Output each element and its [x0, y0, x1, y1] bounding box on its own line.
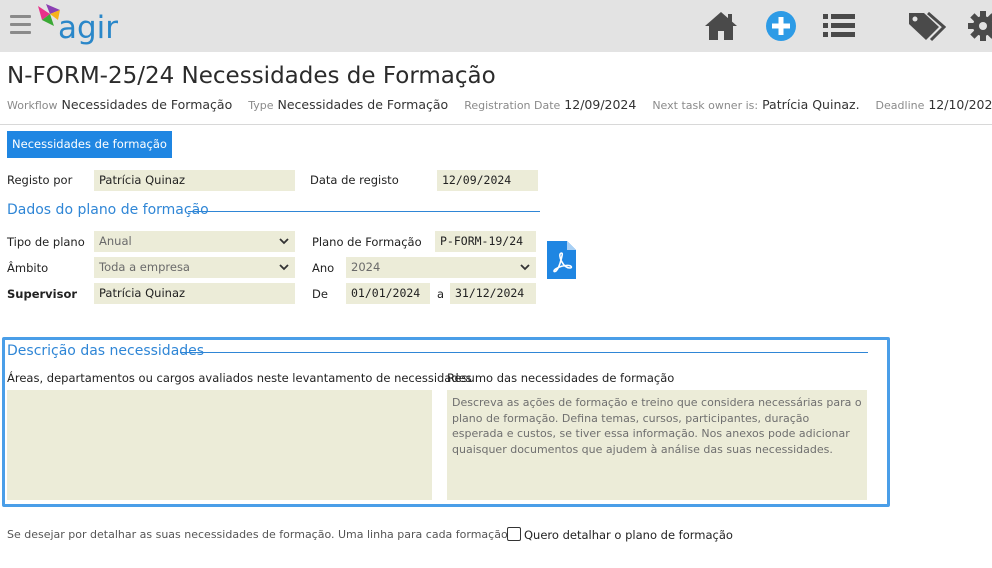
areas-label: Áreas, departamentos ou cargos avaliados…	[7, 371, 472, 385]
tipo-plano-label: Tipo de plano	[7, 235, 85, 249]
header-divider	[0, 124, 992, 125]
detalhar-checkbox-label[interactable]: Quero detalhar o plano de formação	[524, 528, 733, 542]
page-title: N-FORM-25/24 Necessidades de Formação	[7, 63, 496, 89]
registo-por-label: Registo por	[7, 173, 73, 187]
date-from-field[interactable]: 01/01/2024	[346, 283, 430, 304]
gear-icon[interactable]	[968, 10, 992, 42]
section-descricao-divider	[180, 352, 868, 353]
workflow-label: Workflow	[7, 99, 58, 112]
ambito-label: Âmbito	[7, 261, 49, 275]
supervisor-field[interactable]: Patrícia Quinaz	[94, 283, 295, 304]
ano-label: Ano	[312, 261, 335, 275]
a-label: a	[437, 287, 445, 301]
brand-logo[interactable]: agir	[36, 4, 126, 48]
plano-formacao-field[interactable]: P-FORM-19/24	[435, 231, 536, 252]
tab-necessidades-formacao[interactable]: Necessidades de formação	[7, 131, 172, 158]
next-owner-value: Patrícia Quinaz.	[762, 97, 860, 112]
chevron-down-icon	[520, 264, 530, 271]
chevron-down-icon	[279, 238, 289, 245]
brand-name: agir	[58, 10, 119, 46]
section-descricao-title: Descrição das necessidades	[7, 343, 205, 359]
home-icon[interactable]	[704, 10, 738, 42]
detalhar-checkbox[interactable]	[507, 527, 521, 541]
registo-por-field[interactable]: Patrícia Quinaz	[94, 170, 295, 191]
de-label: De	[312, 287, 328, 301]
section-plano-title: Dados do plano de formação	[7, 202, 209, 218]
chevron-down-icon	[279, 264, 289, 271]
workflow-value: Necessidades de Formação	[61, 97, 233, 112]
data-registo-field[interactable]: 12/09/2024	[437, 170, 538, 191]
tipo-plano-value: Anual	[99, 234, 132, 248]
resumo-textarea[interactable]: Descreva as ações de formação e treino q…	[447, 390, 867, 500]
resumo-label: Resumo das necessidades de formação	[447, 371, 675, 385]
type-value: Necessidades de Formação	[277, 97, 449, 112]
supervisor-label: Supervisor	[7, 287, 78, 301]
section-plano-divider	[188, 211, 540, 212]
deadline-label: Deadline	[875, 99, 925, 112]
plano-formacao-label: Plano de Formação	[312, 235, 422, 249]
ano-select[interactable]: 2024	[346, 257, 536, 278]
registration-date-label: Registration Date	[464, 99, 561, 112]
pdf-icon[interactable]	[547, 241, 576, 279]
tipo-plano-select[interactable]: Anual	[94, 231, 295, 252]
ano-value: 2024	[351, 260, 381, 274]
areas-textarea[interactable]	[7, 390, 432, 500]
next-owner-label: Next task owner is:	[652, 99, 759, 112]
tags-icon[interactable]	[908, 10, 946, 42]
list-icon[interactable]	[822, 10, 856, 42]
data-registo-label: Data de registo	[310, 173, 399, 187]
workflow-meta: Workflow Necessidades de Formação Type N…	[7, 97, 992, 112]
type-label: Type	[248, 99, 274, 112]
ambito-value: Toda a empresa	[99, 260, 190, 274]
date-to-field[interactable]: 31/12/2024	[450, 283, 536, 304]
detalhar-note: Se desejar por detalhar as suas necessid…	[7, 528, 511, 541]
ambito-select[interactable]: Toda a empresa	[94, 257, 295, 278]
deadline-value: 12/10/2024	[928, 97, 992, 112]
hamburger-menu-icon[interactable]	[10, 15, 31, 35]
add-circle-icon[interactable]	[765, 10, 797, 42]
registration-date-value: 12/09/2024	[564, 97, 637, 112]
